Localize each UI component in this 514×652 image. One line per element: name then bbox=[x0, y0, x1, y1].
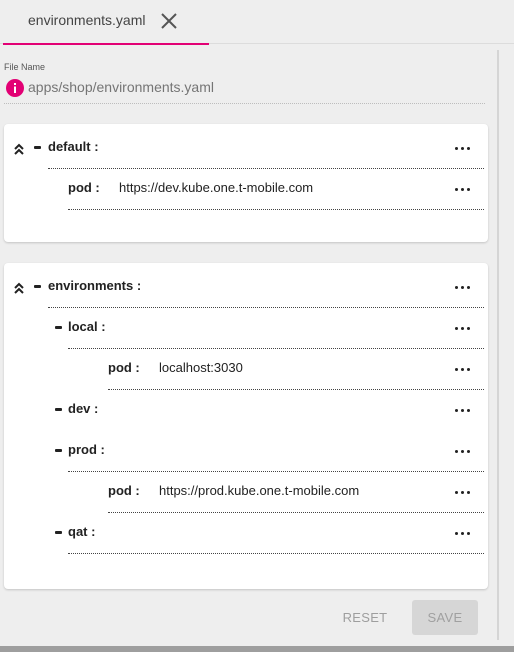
tree-row-environments: environments : bbox=[4, 267, 488, 308]
tree-row-dev: dev : bbox=[4, 390, 488, 431]
key-label: pod : bbox=[108, 483, 140, 498]
tree-row-default-pod: pod : https://dev.kube.one.t-mobile.com bbox=[4, 169, 488, 210]
tree-row-prod: prod : bbox=[4, 431, 488, 472]
collapse-dash-icon[interactable] bbox=[34, 146, 41, 149]
tree-row-local: local : bbox=[4, 308, 488, 349]
more-horizontal-icon[interactable] bbox=[454, 525, 472, 541]
bottom-edge bbox=[0, 646, 514, 652]
key-label: local : bbox=[68, 319, 106, 334]
key-label: default : bbox=[48, 139, 99, 154]
active-tab-indicator bbox=[3, 43, 209, 45]
more-horizontal-icon[interactable] bbox=[454, 140, 472, 156]
collapse-dash-icon[interactable] bbox=[55, 449, 62, 452]
file-path-underline bbox=[4, 103, 485, 104]
collapse-dash-icon[interactable] bbox=[55, 408, 62, 411]
file-name-label: File Name bbox=[4, 62, 46, 72]
reset-button[interactable]: RESET bbox=[333, 600, 397, 635]
tab-environments-yaml[interactable]: environments.yaml bbox=[3, 0, 209, 45]
info-icon bbox=[6, 79, 24, 97]
default-section-card: default : pod : https://dev.kube.one.t-m… bbox=[4, 124, 488, 242]
collapse-dash-icon[interactable] bbox=[55, 326, 62, 329]
key-label: qat : bbox=[68, 524, 96, 539]
more-horizontal-icon[interactable] bbox=[454, 279, 472, 295]
more-horizontal-icon[interactable] bbox=[454, 361, 472, 377]
key-label: prod : bbox=[68, 442, 105, 457]
environments-section-card: environments : local : pod : localhost:3… bbox=[4, 263, 488, 589]
scrollbar[interactable] bbox=[497, 50, 499, 640]
tree-row-default: default : bbox=[4, 128, 488, 169]
more-horizontal-icon[interactable] bbox=[454, 402, 472, 418]
row-divider bbox=[68, 553, 484, 554]
file-path-field[interactable]: apps/shop/environments.yaml bbox=[28, 79, 214, 95]
double-chevron-up-icon[interactable] bbox=[12, 281, 26, 295]
value-field[interactable]: https://prod.kube.one.t-mobile.com bbox=[159, 483, 359, 498]
collapse-dash-icon[interactable] bbox=[55, 531, 62, 534]
tree-row-local-pod: pod : localhost:3030 bbox=[4, 349, 488, 390]
tree-row-prod-pod: pod : https://prod.kube.one.t-mobile.com bbox=[4, 472, 488, 513]
double-chevron-up-icon[interactable] bbox=[12, 142, 26, 156]
more-horizontal-icon[interactable] bbox=[454, 484, 472, 500]
key-label: pod : bbox=[108, 360, 140, 375]
value-field[interactable]: localhost:3030 bbox=[159, 360, 243, 375]
close-icon[interactable] bbox=[158, 10, 180, 32]
tab-bar: environments.yaml bbox=[0, 0, 514, 45]
save-button[interactable]: SAVE bbox=[412, 600, 478, 635]
tab-label: environments.yaml bbox=[28, 12, 146, 28]
row-divider bbox=[68, 209, 484, 210]
more-horizontal-icon[interactable] bbox=[454, 181, 472, 197]
more-horizontal-icon[interactable] bbox=[454, 320, 472, 336]
key-label: pod : bbox=[68, 180, 100, 195]
collapse-dash-icon[interactable] bbox=[34, 285, 41, 288]
value-field[interactable]: https://dev.kube.one.t-mobile.com bbox=[119, 180, 313, 195]
tree-row-qat: qat : bbox=[4, 513, 488, 554]
more-horizontal-icon[interactable] bbox=[454, 443, 472, 459]
key-label: environments : bbox=[48, 278, 142, 293]
key-label: dev : bbox=[68, 401, 99, 416]
